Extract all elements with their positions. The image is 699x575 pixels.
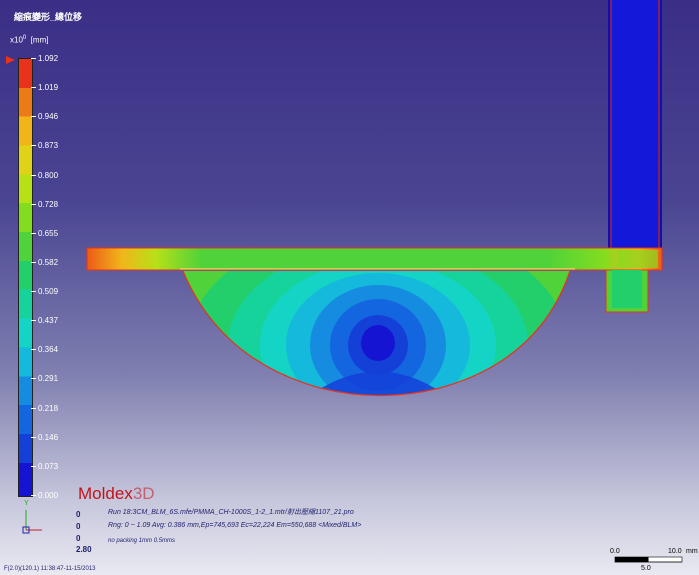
scale-end: 10.0 xyxy=(668,548,682,555)
scale-start: 0.0 xyxy=(610,548,620,555)
zoom-factor: 2.80 xyxy=(76,545,92,554)
runner-sprue xyxy=(608,0,662,248)
axis-triad xyxy=(22,510,42,534)
scale-mid: 5.0 xyxy=(641,565,651,572)
moldex3d-logo: Moldex3D xyxy=(78,484,155,504)
run-info-line3: no packing 1mm 0.5mms xyxy=(108,538,176,544)
coord-x: 0 xyxy=(76,510,81,519)
coord-z: 0 xyxy=(76,534,81,543)
run-info-line2: Rng: 0 ~ 1.09 Avg: 0.386 mm,Ep=745,693 E… xyxy=(108,522,362,529)
axis-y-label: Y xyxy=(24,500,29,507)
timestamp: F(2.0)(120.1) 11:38:47-11-15/2013 xyxy=(4,566,96,572)
scale-unit: mm xyxy=(686,548,698,555)
logo-suffix: 3D xyxy=(132,484,155,503)
post-processing-viewport[interactable]: 縮痕變形_總位移 x100 [mm] 1.092 1.019 0.946 0.873 0… xyxy=(0,0,699,575)
coord-y: 0 xyxy=(76,522,81,531)
run-info-line1: Run 18:3CM_BLM_6S.mfe/PMMA_CH-1000S_1-2_… xyxy=(108,509,354,516)
logo-main: Moldex xyxy=(78,484,133,503)
scale-bar xyxy=(614,556,683,563)
